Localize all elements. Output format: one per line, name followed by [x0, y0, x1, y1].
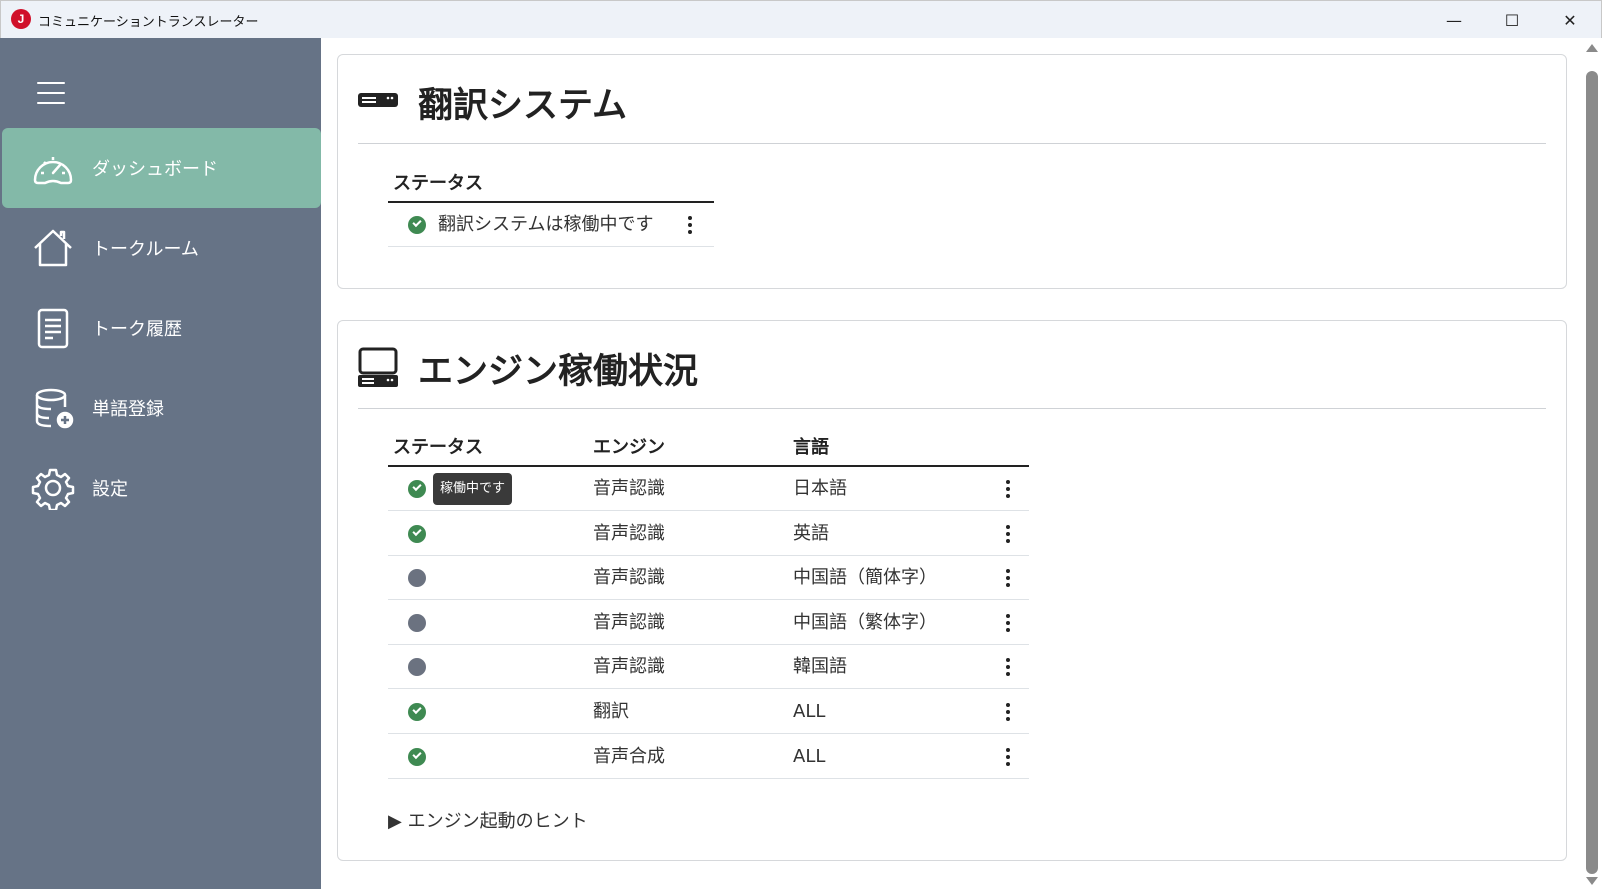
language-name: ALL: [793, 745, 826, 767]
close-button[interactable]: ✕: [1547, 1, 1593, 39]
window-title: コミュニケーショントランスレーター: [38, 15, 259, 30]
app-logo-icon: J: [11, 9, 31, 29]
house-icon: [34, 229, 72, 267]
more-options-icon[interactable]: [1000, 645, 1016, 689]
engine-name: 音声認識: [593, 478, 665, 499]
sidebar-item-label: ダッシュボード: [92, 159, 218, 180]
maximize-button[interactable]: ☐: [1489, 1, 1535, 39]
more-options-icon[interactable]: [1000, 735, 1016, 779]
running-check-icon: [408, 703, 426, 721]
sidebar-item-talkroom[interactable]: トークルーム: [2, 208, 321, 288]
table-row: 音声認識 韓国語: [388, 645, 1029, 690]
sidebar-item-label: 単語登録: [92, 399, 164, 420]
table-row: 翻訳 ALL: [388, 690, 1029, 734]
translation-system-card: 翻訳システム ステータス 翻訳システムは稼働中です: [337, 54, 1567, 289]
engine-name: 音声認識: [593, 611, 665, 633]
column-header-status: ステータス: [393, 437, 483, 458]
more-options-icon[interactable]: [1000, 512, 1016, 556]
scrollbar-thumb[interactable]: [1586, 71, 1598, 874]
computer-icon: [358, 347, 398, 387]
minimize-button[interactable]: —: [1431, 1, 1477, 39]
divider: [358, 143, 1546, 144]
table-row: 音声認識 中国語（繁体字）: [388, 601, 1029, 645]
status-text: 翻訳システムは稼働中です: [438, 214, 654, 235]
database-add-icon: [35, 388, 74, 429]
title-bar: J コミュニケーショントランスレーター — ☐ ✕: [0, 0, 1602, 38]
sidebar-item-label: トークルーム: [92, 239, 199, 260]
sidebar-item-settings[interactable]: 設定: [2, 448, 321, 528]
engine-start-hint-toggle[interactable]: ▶ エンジン起動のヒント: [388, 807, 588, 833]
stopped-dot-icon: [408, 613, 426, 632]
engine-name: 音声合成: [593, 745, 665, 767]
main-content: 翻訳システム ステータス 翻訳システムは稼働中です エンジン稼働状況 ステータス…: [321, 38, 1581, 889]
table-row: 音声合成 ALL: [388, 735, 1029, 779]
section-title: 翻訳システム: [418, 86, 627, 126]
gear-icon: [31, 468, 75, 510]
more-options-icon[interactable]: [1000, 556, 1016, 600]
vertical-scrollbar[interactable]: [1583, 38, 1602, 889]
table-row: 稼働中です 音声認識 日本語: [388, 467, 1029, 511]
language-name: 日本語: [793, 478, 847, 499]
language-name: 英語: [793, 522, 829, 544]
more-options-icon[interactable]: [1000, 467, 1016, 511]
sidebar-item-label: トーク履歴: [92, 319, 182, 340]
more-options-icon[interactable]: [1000, 690, 1016, 734]
hamburger-menu-icon[interactable]: [37, 82, 65, 104]
server-icon: [358, 93, 398, 107]
running-check-icon: [408, 524, 426, 543]
more-options-icon[interactable]: [682, 203, 698, 247]
check-circle-icon: [408, 216, 426, 234]
engine-name: 翻訳: [593, 701, 629, 722]
language-name: 中国語（繁体字）: [793, 611, 937, 633]
stopped-dot-icon: [408, 569, 426, 588]
scroll-down-arrow-icon[interactable]: [1586, 877, 1598, 885]
engine-name: 音声認識: [593, 522, 665, 544]
scroll-up-arrow-icon[interactable]: [1586, 44, 1598, 52]
column-header-status: ステータス: [393, 173, 483, 194]
stopped-dot-icon: [408, 658, 426, 677]
running-check-icon: [408, 480, 426, 498]
table-row: 翻訳システムは稼働中です: [388, 203, 714, 247]
section-title: エンジン稼働状況: [418, 352, 699, 392]
status-tooltip: 稼働中です: [433, 473, 513, 505]
dashboard-gauge-icon: [33, 157, 73, 185]
language-name: 韓国語: [793, 656, 847, 678]
document-icon: [37, 308, 69, 349]
engine-name: 音声認識: [593, 656, 665, 678]
more-options-icon[interactable]: [1000, 601, 1016, 645]
sidebar-item-dashboard[interactable]: ダッシュボード: [2, 128, 321, 208]
table-row: 音声認識 中国語（簡体字）: [388, 556, 1029, 601]
language-name: 中国語（簡体字）: [793, 567, 937, 589]
column-header-engine: エンジン: [593, 437, 665, 458]
column-header-language: 言語: [793, 437, 829, 458]
running-check-icon: [408, 747, 426, 766]
language-name: ALL: [793, 701, 826, 722]
table-row: 音声認識 英語: [388, 512, 1029, 556]
sidebar-item-word-registration[interactable]: 単語登録: [2, 368, 321, 448]
engine-status-card: エンジン稼働状況 ステータス エンジン 言語 稼働中です 音声認識 日本語 音声認識英…: [337, 320, 1567, 861]
divider: [358, 408, 1546, 409]
engine-name: 音声認識: [593, 567, 665, 589]
sidebar-item-talk-history[interactable]: トーク履歴: [2, 288, 321, 368]
sidebar-item-label: 設定: [92, 479, 128, 500]
sidebar: ダッシュボード トークルーム トーク履歴 単語登録 設定: [0, 38, 321, 889]
